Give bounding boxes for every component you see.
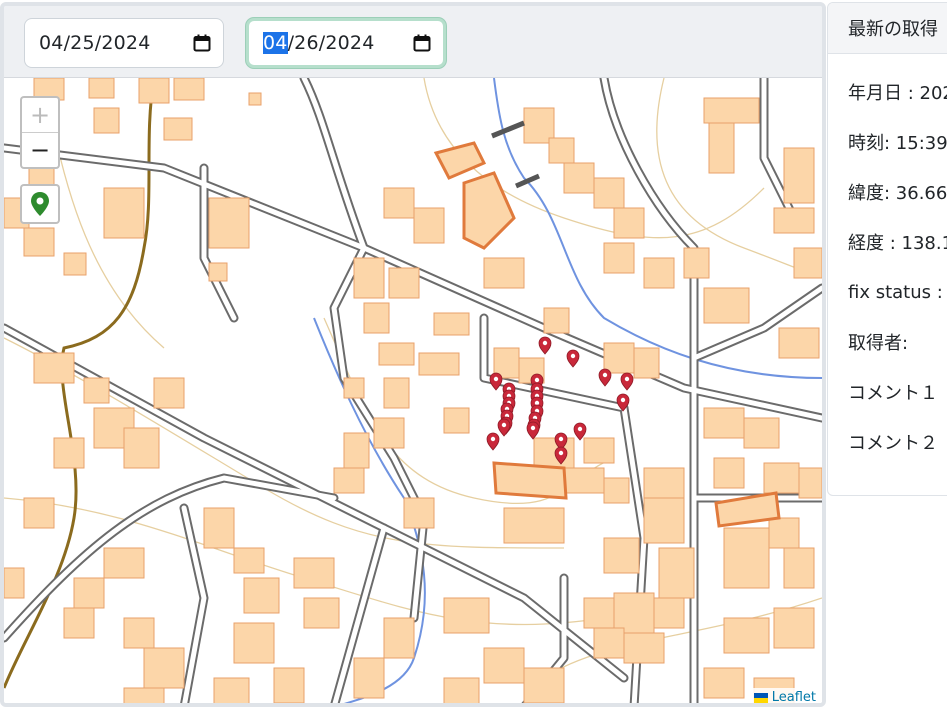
info-row: 時刻: 15:39: (848, 133, 947, 154)
gps-marker-dot (577, 426, 583, 432)
gps-marker-dot (501, 422, 507, 428)
map-pin-icon (31, 192, 49, 216)
gps-marker-icon[interactable] (620, 372, 634, 391)
gps-marker-dot (534, 400, 540, 406)
info-row: 年月日 : 202 (848, 83, 947, 104)
gps-marker-dot (558, 436, 564, 442)
info-row: 緯度: 36.662 (848, 183, 947, 204)
map-view[interactable]: + − Leaflet (4, 78, 822, 703)
gps-marker-icon[interactable] (497, 418, 511, 437)
locate-button[interactable] (20, 184, 60, 224)
panel-title: 最新の取得 (828, 3, 947, 54)
gps-marker-dot (490, 436, 496, 442)
calendar-icon[interactable] (193, 34, 211, 52)
start-date-input[interactable]: 04/25/2024 (24, 18, 224, 68)
start-date-value: 04/25/2024 (39, 32, 151, 54)
gps-marker-icon[interactable] (573, 422, 587, 441)
map-card: 04/25/2024 04/26/2024 + − Leaflet (0, 2, 826, 707)
calendar-icon[interactable] (413, 34, 431, 52)
ukraine-flag-icon (753, 692, 768, 703)
attribution-link[interactable]: Leaflet (772, 690, 816, 703)
latest-info-panel: 最新の取得 年月日 : 202 時刻: 15:39: 緯度: 36.662 経度 : … (827, 2, 947, 496)
info-row: コメント１ (848, 383, 938, 404)
gps-marker-dot (558, 450, 564, 456)
end-date-selected-segment: 04 (263, 32, 288, 54)
gps-marker-dot (570, 353, 576, 359)
gps-marker-icon[interactable] (566, 349, 580, 368)
info-row: fix status : 2 (848, 281, 947, 303)
gps-marker-icon[interactable] (526, 421, 540, 440)
end-date-input[interactable]: 04/26/2024 (246, 18, 446, 68)
gps-marker-dot (620, 397, 626, 403)
info-row: コメント２ (848, 433, 938, 454)
gps-marker-icon[interactable] (538, 336, 552, 355)
gps-marker-dot (542, 340, 548, 346)
zoom-control: + − (20, 96, 60, 169)
zoom-out-button[interactable]: − (22, 133, 58, 167)
gps-marker-icon[interactable] (489, 372, 503, 391)
info-row: 経度 : 138.1 (848, 233, 947, 254)
date-toolbar: 04/25/2024 04/26/2024 (4, 6, 822, 78)
zoom-in-button[interactable]: + (22, 98, 58, 133)
gps-marker-dot (534, 377, 540, 383)
gps-marker-icon[interactable] (598, 368, 612, 387)
panel-body: 年月日 : 202 時刻: 15:39: 緯度: 36.662 経度 : 138.1 f… (828, 67, 947, 467)
gps-marker-dot (493, 376, 499, 382)
info-row: 取得者: (848, 333, 909, 354)
end-date-rest: /26/2024 (287, 32, 375, 54)
gps-marker-icon[interactable] (486, 432, 500, 451)
map-tiles (4, 78, 822, 703)
end-date-value: 04/26/2024 (263, 32, 413, 54)
gps-marker-dot (530, 425, 536, 431)
map-attribution[interactable]: Leaflet (747, 688, 822, 703)
gps-marker-dot (602, 372, 608, 378)
gps-marker-dot (624, 376, 630, 382)
